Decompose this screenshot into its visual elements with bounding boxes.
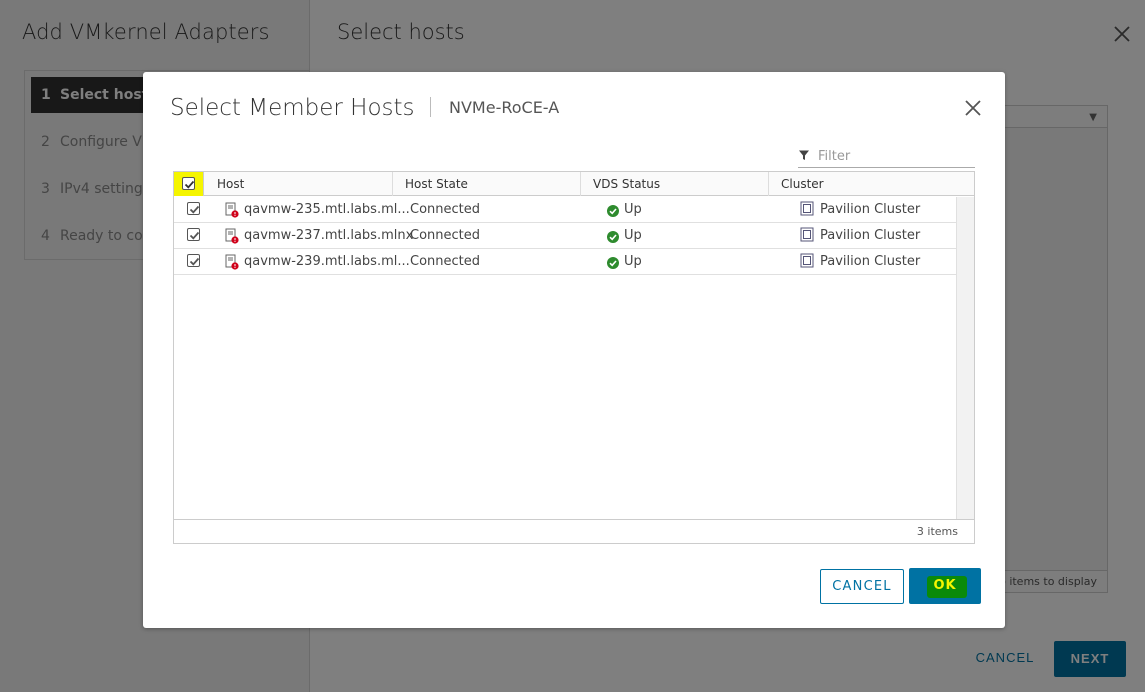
column-header-vds-status[interactable]: VDS Status [581, 172, 769, 196]
filter-input[interactable] [818, 147, 973, 166]
vds-status: Up [624, 228, 642, 243]
member-hosts-grid: Host Host State VDS Status Cluster qavmw… [173, 171, 975, 544]
table-row[interactable]: qavmw-239.mtl.labs.ml... Connected Up Pa… [174, 249, 956, 275]
host-name[interactable]: qavmw-239.mtl.labs.ml... [244, 249, 410, 275]
title-divider [430, 97, 431, 117]
cluster-name[interactable]: Pavilion Cluster [820, 249, 920, 275]
check-icon [189, 257, 200, 266]
item-count: 3 items [174, 519, 974, 543]
host-alert-icon [225, 202, 239, 218]
cluster-name[interactable]: Pavilion Cluster [820, 223, 920, 249]
modal-subtitle: NVMe-RoCE-A [449, 98, 560, 117]
host-state: Connected [410, 228, 481, 243]
host-alert-icon [225, 254, 239, 270]
check-icon [189, 205, 200, 214]
check-circle-icon [607, 231, 619, 243]
cluster-name[interactable]: Pavilion Cluster [820, 197, 920, 223]
table-row[interactable]: qavmw-235.mtl.labs.ml... Connected Up Pa… [174, 197, 956, 223]
vertical-scrollbar[interactable] [956, 197, 974, 519]
column-header-host[interactable]: Host [205, 172, 393, 196]
row-checkbox[interactable] [187, 228, 200, 241]
filter-icon [799, 150, 809, 160]
select-all-highlight [174, 172, 204, 196]
ok-button[interactable]: OK [909, 568, 981, 604]
cluster-icon [800, 227, 814, 242]
vds-status: Up [624, 202, 642, 217]
select-member-hosts-modal: Select Member Hosts NVMe-RoCE-A Host Hos… [143, 72, 1005, 628]
cluster-icon [800, 253, 814, 268]
table-row[interactable]: qavmw-237.mtl.labs.mlnx Connected Up Pav… [174, 223, 956, 249]
select-all-checkbox[interactable] [182, 177, 195, 190]
check-icon [189, 231, 200, 240]
modal-title: Select Member Hosts [170, 95, 415, 121]
column-header-host-state[interactable]: Host State [393, 172, 581, 196]
host-name[interactable]: qavmw-237.mtl.labs.mlnx [244, 223, 413, 249]
filter-box [798, 147, 975, 168]
cluster-icon [800, 201, 814, 216]
close-icon[interactable] [964, 99, 982, 117]
column-header-cluster[interactable]: Cluster [769, 172, 974, 196]
row-checkbox[interactable] [187, 254, 200, 267]
host-state: Connected [410, 254, 481, 269]
grid-body: qavmw-235.mtl.labs.ml... Connected Up Pa… [174, 197, 956, 519]
row-checkbox[interactable] [187, 202, 200, 215]
host-name[interactable]: qavmw-235.mtl.labs.ml... [244, 197, 410, 223]
cancel-button[interactable]: CANCEL [820, 569, 904, 604]
grid-header: Host Host State VDS Status Cluster [174, 172, 974, 196]
check-circle-icon [607, 257, 619, 269]
host-state: Connected [410, 202, 481, 217]
vds-status: Up [624, 254, 642, 269]
host-alert-icon [225, 228, 239, 244]
ok-label: OK [933, 578, 957, 593]
check-circle-icon [607, 205, 619, 217]
check-icon [184, 180, 195, 189]
